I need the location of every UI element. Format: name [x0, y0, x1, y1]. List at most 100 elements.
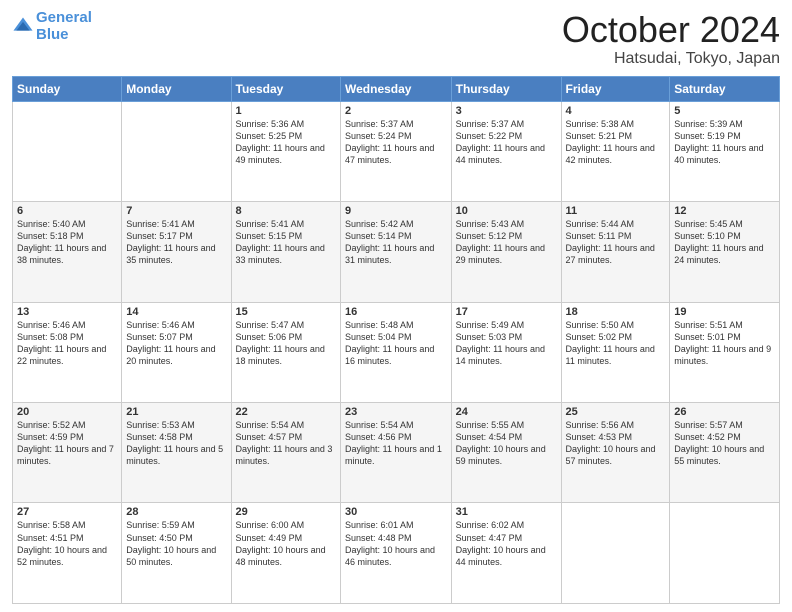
calendar-cell: 29Sunrise: 6:00 AMSunset: 4:49 PMDayligh… [231, 503, 340, 604]
logo: General Blue [12, 10, 92, 43]
calendar-cell: 10Sunrise: 5:43 AMSunset: 5:12 PMDayligh… [451, 202, 561, 302]
calendar-cell: 11Sunrise: 5:44 AMSunset: 5:11 PMDayligh… [561, 202, 670, 302]
day-number: 19 [674, 306, 775, 318]
day-info: Sunrise: 5:58 AMSunset: 4:51 PMDaylight:… [17, 519, 117, 568]
weekday-header-friday: Friday [561, 76, 670, 101]
day-number: 29 [236, 506, 336, 518]
day-info: Sunrise: 5:44 AMSunset: 5:11 PMDaylight:… [566, 218, 666, 267]
day-info: Sunrise: 5:57 AMSunset: 4:52 PMDaylight:… [674, 419, 775, 468]
weekday-header-saturday: Saturday [670, 76, 780, 101]
calendar-cell: 21Sunrise: 5:53 AMSunset: 4:58 PMDayligh… [122, 403, 231, 503]
calendar-cell: 22Sunrise: 5:54 AMSunset: 4:57 PMDayligh… [231, 403, 340, 503]
location-title: Hatsudai, Tokyo, Japan [562, 50, 780, 68]
weekday-header-sunday: Sunday [13, 76, 122, 101]
title-block: October 2024 Hatsudai, Tokyo, Japan [562, 10, 780, 68]
day-info: Sunrise: 5:46 AMSunset: 5:08 PMDaylight:… [17, 319, 117, 368]
day-info: Sunrise: 5:40 AMSunset: 5:18 PMDaylight:… [17, 218, 117, 267]
logo-icon [12, 16, 34, 38]
day-number: 7 [126, 205, 226, 217]
weekday-header-monday: Monday [122, 76, 231, 101]
calendar-cell: 28Sunrise: 5:59 AMSunset: 4:50 PMDayligh… [122, 503, 231, 604]
calendar-cell: 31Sunrise: 6:02 AMSunset: 4:47 PMDayligh… [451, 503, 561, 604]
calendar-cell: 1Sunrise: 5:36 AMSunset: 5:25 PMDaylight… [231, 101, 340, 201]
day-number: 2 [345, 105, 447, 117]
day-number: 22 [236, 406, 336, 418]
day-number: 27 [17, 506, 117, 518]
day-info: Sunrise: 5:52 AMSunset: 4:59 PMDaylight:… [17, 419, 117, 468]
calendar-body: 1Sunrise: 5:36 AMSunset: 5:25 PMDaylight… [13, 101, 780, 603]
calendar-cell: 9Sunrise: 5:42 AMSunset: 5:14 PMDaylight… [341, 202, 452, 302]
calendar-cell: 30Sunrise: 6:01 AMSunset: 4:48 PMDayligh… [341, 503, 452, 604]
calendar-cell: 24Sunrise: 5:55 AMSunset: 4:54 PMDayligh… [451, 403, 561, 503]
day-number: 12 [674, 205, 775, 217]
day-number: 10 [456, 205, 557, 217]
calendar-cell: 19Sunrise: 5:51 AMSunset: 5:01 PMDayligh… [670, 302, 780, 402]
day-info: Sunrise: 5:47 AMSunset: 5:06 PMDaylight:… [236, 319, 336, 368]
page: General Blue October 2024 Hatsudai, Toky… [0, 0, 792, 612]
day-info: Sunrise: 5:46 AMSunset: 5:07 PMDaylight:… [126, 319, 226, 368]
day-info: Sunrise: 5:54 AMSunset: 4:56 PMDaylight:… [345, 419, 447, 468]
month-title: October 2024 [562, 10, 780, 50]
day-info: Sunrise: 5:50 AMSunset: 5:02 PMDaylight:… [566, 319, 666, 368]
day-info: Sunrise: 5:36 AMSunset: 5:25 PMDaylight:… [236, 118, 336, 167]
day-number: 13 [17, 306, 117, 318]
day-info: Sunrise: 5:41 AMSunset: 5:17 PMDaylight:… [126, 218, 226, 267]
calendar-week-5: 27Sunrise: 5:58 AMSunset: 4:51 PMDayligh… [13, 503, 780, 604]
day-info: Sunrise: 5:51 AMSunset: 5:01 PMDaylight:… [674, 319, 775, 368]
calendar-cell: 13Sunrise: 5:46 AMSunset: 5:08 PMDayligh… [13, 302, 122, 402]
day-info: Sunrise: 6:01 AMSunset: 4:48 PMDaylight:… [345, 519, 447, 568]
day-info: Sunrise: 5:42 AMSunset: 5:14 PMDaylight:… [345, 218, 447, 267]
day-number: 26 [674, 406, 775, 418]
day-number: 24 [456, 406, 557, 418]
day-info: Sunrise: 5:53 AMSunset: 4:58 PMDaylight:… [126, 419, 226, 468]
day-info: Sunrise: 5:49 AMSunset: 5:03 PMDaylight:… [456, 319, 557, 368]
calendar-cell: 14Sunrise: 5:46 AMSunset: 5:07 PMDayligh… [122, 302, 231, 402]
day-number: 21 [126, 406, 226, 418]
day-number: 15 [236, 306, 336, 318]
calendar-cell [13, 101, 122, 201]
day-info: Sunrise: 5:48 AMSunset: 5:04 PMDaylight:… [345, 319, 447, 368]
day-info: Sunrise: 5:43 AMSunset: 5:12 PMDaylight:… [456, 218, 557, 267]
calendar-cell: 16Sunrise: 5:48 AMSunset: 5:04 PMDayligh… [341, 302, 452, 402]
day-number: 8 [236, 205, 336, 217]
day-number: 5 [674, 105, 775, 117]
calendar-cell: 4Sunrise: 5:38 AMSunset: 5:21 PMDaylight… [561, 101, 670, 201]
weekday-header-thursday: Thursday [451, 76, 561, 101]
calendar-table: SundayMondayTuesdayWednesdayThursdayFrid… [12, 76, 780, 604]
calendar-cell [670, 503, 780, 604]
day-info: Sunrise: 5:45 AMSunset: 5:10 PMDaylight:… [674, 218, 775, 267]
day-number: 14 [126, 306, 226, 318]
logo-text: General Blue [36, 10, 92, 43]
calendar-cell: 2Sunrise: 5:37 AMSunset: 5:24 PMDaylight… [341, 101, 452, 201]
day-number: 25 [566, 406, 666, 418]
day-number: 6 [17, 205, 117, 217]
day-info: Sunrise: 5:37 AMSunset: 5:22 PMDaylight:… [456, 118, 557, 167]
weekday-header-tuesday: Tuesday [231, 76, 340, 101]
day-info: Sunrise: 5:38 AMSunset: 5:21 PMDaylight:… [566, 118, 666, 167]
header: General Blue October 2024 Hatsudai, Toky… [12, 10, 780, 68]
calendar-cell: 3Sunrise: 5:37 AMSunset: 5:22 PMDaylight… [451, 101, 561, 201]
calendar-cell [122, 101, 231, 201]
weekday-header-row: SundayMondayTuesdayWednesdayThursdayFrid… [13, 76, 780, 101]
day-info: Sunrise: 5:39 AMSunset: 5:19 PMDaylight:… [674, 118, 775, 167]
calendar-cell: 5Sunrise: 5:39 AMSunset: 5:19 PMDaylight… [670, 101, 780, 201]
calendar-cell: 20Sunrise: 5:52 AMSunset: 4:59 PMDayligh… [13, 403, 122, 503]
day-number: 16 [345, 306, 447, 318]
calendar-week-1: 1Sunrise: 5:36 AMSunset: 5:25 PMDaylight… [13, 101, 780, 201]
calendar-cell: 6Sunrise: 5:40 AMSunset: 5:18 PMDaylight… [13, 202, 122, 302]
day-number: 18 [566, 306, 666, 318]
day-number: 28 [126, 506, 226, 518]
day-info: Sunrise: 5:54 AMSunset: 4:57 PMDaylight:… [236, 419, 336, 468]
calendar-week-2: 6Sunrise: 5:40 AMSunset: 5:18 PMDaylight… [13, 202, 780, 302]
calendar-cell: 23Sunrise: 5:54 AMSunset: 4:56 PMDayligh… [341, 403, 452, 503]
day-number: 31 [456, 506, 557, 518]
weekday-header-wednesday: Wednesday [341, 76, 452, 101]
day-number: 23 [345, 406, 447, 418]
day-info: Sunrise: 6:02 AMSunset: 4:47 PMDaylight:… [456, 519, 557, 568]
day-number: 3 [456, 105, 557, 117]
day-info: Sunrise: 5:59 AMSunset: 4:50 PMDaylight:… [126, 519, 226, 568]
calendar-cell: 8Sunrise: 5:41 AMSunset: 5:15 PMDaylight… [231, 202, 340, 302]
calendar-cell: 7Sunrise: 5:41 AMSunset: 5:17 PMDaylight… [122, 202, 231, 302]
calendar-cell: 26Sunrise: 5:57 AMSunset: 4:52 PMDayligh… [670, 403, 780, 503]
day-info: Sunrise: 5:37 AMSunset: 5:24 PMDaylight:… [345, 118, 447, 167]
